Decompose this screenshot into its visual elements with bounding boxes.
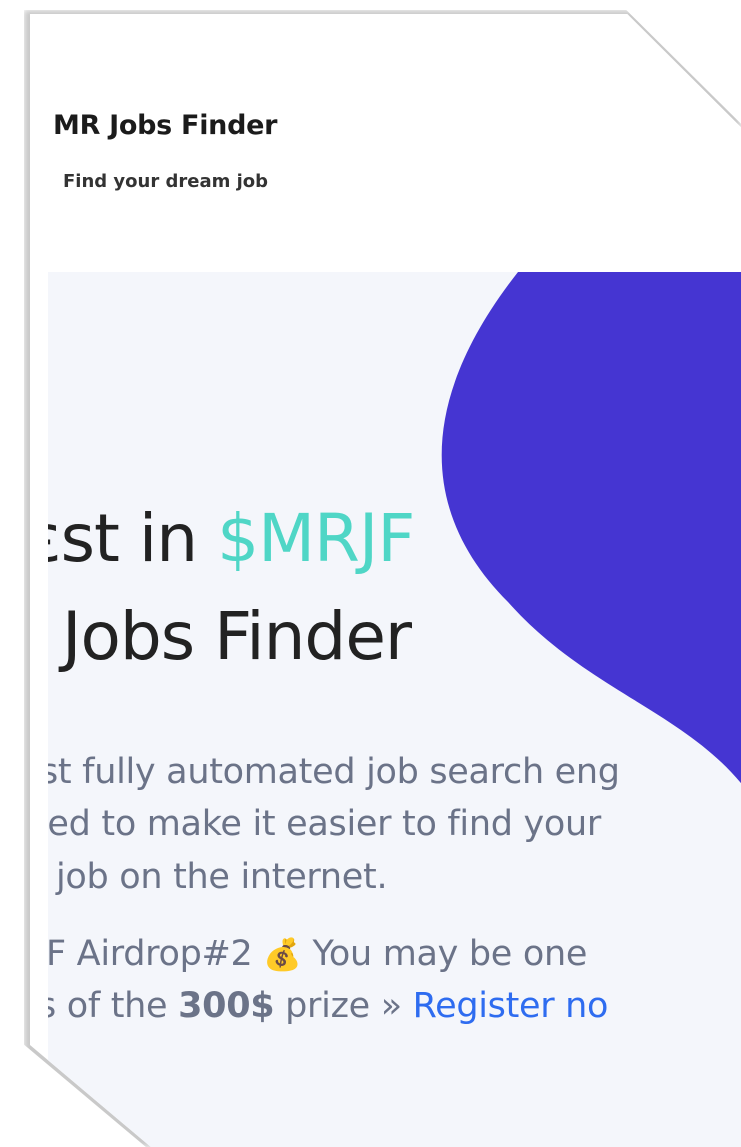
airdrop-text-prefix: s of the [48,986,179,1026]
hero-description-line3: job on the internet. [56,857,388,897]
airdrop-teaser: You may be one [301,934,588,974]
hero-section: ɛst in $MRJF Jobs Finder st fully automa… [48,272,741,1147]
register-now-link[interactable]: Register no [413,986,609,1026]
screenshot-stage: MR Jobs Finder Find your dream job ɛst i… [0,0,741,1147]
page: MR Jobs Finder Find your dream job ɛst i… [30,14,741,1147]
airdrop-prize: 300$ [178,986,275,1026]
hero-headline-prefix: ɛst in [48,500,198,577]
site-tagline: Find your dream job [63,171,269,192]
site-header: MR Jobs Finder Find your dream job [30,14,741,272]
hero-headline-line1: ɛst in $MRJF [48,500,415,577]
airdrop-line1: JF Airdrop#2 💰 You may be one [48,934,587,974]
hero-description-line2: ıed to make it easier to find your [48,804,601,844]
hero-headline-line2: Jobs Finder [62,598,412,675]
airdrop-line2: s of the 300$ prize » Register no [48,986,608,1026]
airdrop-title: JF Airdrop#2 [48,934,264,974]
hero-description-line1: st fully automated job search eng [48,752,620,792]
money-bag-icon: 💰 [263,937,302,973]
airdrop-text-middle: prize » [274,986,413,1026]
token-ticker: $MRJF [217,500,415,577]
site-title[interactable]: MR Jobs Finder [53,110,277,141]
